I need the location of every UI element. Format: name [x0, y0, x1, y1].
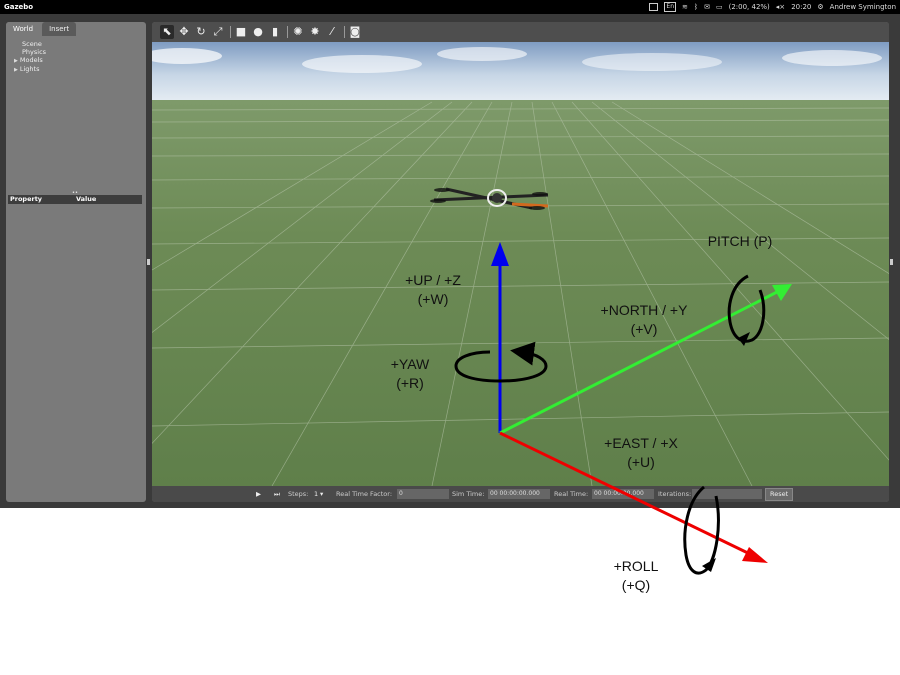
up-axis-label: +UP / +Z (+W) — [388, 271, 478, 309]
up-axis-label-line2: (+W) — [417, 291, 449, 307]
yaw-label-line2: (+R) — [396, 375, 424, 391]
up-axis-arrowhead — [491, 242, 509, 266]
north-axis-label-line1: +NORTH / +Y — [600, 302, 688, 318]
pitch-arrowhead — [738, 332, 750, 346]
up-axis-label-line1: +UP / +Z — [405, 272, 461, 288]
axes-overlay — [454, 242, 792, 575]
roll-label-line2: (+Q) — [621, 577, 651, 593]
east-axis-label: +EAST / +X (+U) — [586, 434, 696, 472]
roll-label-line1: +ROLL — [613, 558, 659, 574]
north-axis-label-line2: (+V) — [630, 321, 658, 337]
east-axis-label-line2: (+U) — [627, 454, 655, 470]
east-axis-label-line1: +EAST / +X — [604, 435, 678, 451]
north-axis-label: +NORTH / +Y (+V) — [584, 301, 704, 339]
pitch-label: PITCH (P) — [693, 232, 787, 251]
pitch-label-line1: PITCH (P) — [707, 233, 773, 249]
east-axis-arrowhead — [742, 547, 768, 563]
yaw-label: +YAW (+R) — [380, 355, 440, 393]
roll-label: +ROLL (+Q) — [598, 557, 674, 595]
yaw-label-line1: +YAW — [390, 356, 430, 372]
